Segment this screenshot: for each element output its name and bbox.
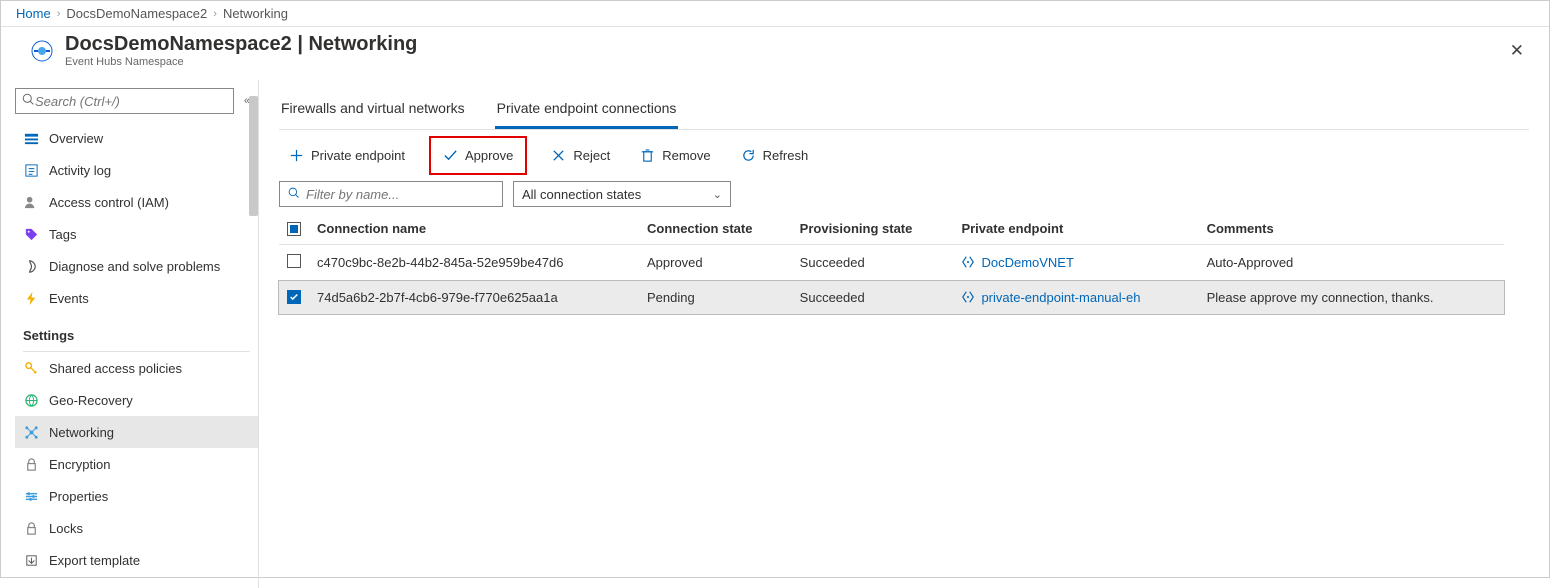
sidebar-item-diagnose-and-solve-problems[interactable]: Diagnose and solve problems [15, 250, 258, 282]
page-title: DocsDemoNamespace2 | Networking [65, 33, 417, 56]
sidebar-item-access-control-iam-[interactable]: Access control (IAM) [15, 186, 258, 218]
sidebar-item-label: Shared access policies [49, 361, 182, 376]
sidebar-item-encryption[interactable]: Encryption [15, 448, 258, 480]
tag-icon [23, 226, 39, 242]
sidebar-item-label: Properties [49, 489, 108, 504]
check-icon [443, 148, 458, 163]
sidebar-item-networking[interactable]: Networking [15, 416, 258, 448]
main-content: Firewalls and virtual networks Private en… [259, 80, 1549, 588]
table-row[interactable]: c470c9bc-8e2b-44b2-845a-52e959be47d6Appr… [279, 245, 1504, 281]
sidebar-item-tags[interactable]: Tags [15, 218, 258, 250]
breadcrumb-home[interactable]: Home [16, 6, 51, 21]
sidebar-item-label: Overview [49, 131, 103, 146]
iam-icon [23, 194, 39, 210]
column-header[interactable]: Private endpoint [953, 213, 1198, 245]
tabs: Firewalls and virtual networks Private en… [279, 90, 1529, 130]
remove-button[interactable]: Remove [634, 144, 716, 167]
add-private-endpoint-button[interactable]: Private endpoint [283, 144, 411, 167]
cell-provisioning-state: Succeeded [792, 245, 954, 281]
chevron-down-icon: ⌄ [713, 188, 722, 201]
cell-connection-name: 74d5a6b2-2b7f-4cb6-979e-f770e625aa1a [309, 281, 639, 315]
column-header[interactable]: Connection name [309, 213, 639, 245]
cell-connection-state: Approved [639, 245, 792, 281]
chevron-right-icon: › [213, 8, 217, 20]
breadcrumb: Home › DocsDemoNamespace2 › Networking [1, 1, 1549, 27]
props-icon [23, 488, 39, 504]
tab-private-endpoint-connections[interactable]: Private endpoint connections [495, 90, 679, 129]
private-endpoint-link[interactable]: private-endpoint-manual-eh [981, 290, 1140, 305]
cell-connection-name: c470c9bc-8e2b-44b2-845a-52e959be47d6 [309, 245, 639, 281]
filter-input[interactable] [306, 187, 494, 202]
geo-icon [23, 392, 39, 408]
sidebar-search[interactable] [15, 88, 234, 114]
table-row[interactable]: 74d5a6b2-2b7f-4cb6-979e-f770e625aa1aPend… [279, 281, 1504, 315]
plus-icon [289, 148, 304, 163]
toolbar: Private endpoint Approve Reject Remove R… [279, 144, 1529, 167]
sidebar-item-overview[interactable]: Overview [15, 122, 258, 154]
x-icon [551, 148, 566, 163]
row-checkbox[interactable] [287, 290, 301, 304]
private-endpoint-link[interactable]: DocDemoVNET [981, 255, 1073, 270]
search-icon [22, 93, 35, 109]
sidebar-item-label: Access control (IAM) [49, 195, 169, 210]
select-all-checkbox[interactable] [287, 222, 301, 236]
tab-firewalls-and-virtual-networks[interactable]: Firewalls and virtual networks [279, 90, 467, 129]
sidebar-item-label: Export template [49, 553, 140, 568]
sidebar-item-label: Diagnose and solve problems [49, 259, 220, 274]
sidebar-item-label: Tags [49, 227, 76, 242]
column-header[interactable]: Connection state [639, 213, 792, 245]
page-subtitle: Event Hubs Namespace [65, 56, 417, 68]
close-icon[interactable]: ✕ [1500, 37, 1534, 65]
cell-provisioning-state: Succeeded [792, 281, 954, 315]
connection-state-dropdown[interactable]: All connection states ⌄ [513, 181, 731, 207]
overview-icon [23, 130, 39, 146]
search-icon [288, 187, 300, 202]
trash-icon [640, 148, 655, 163]
sidebar-item-events[interactable]: Events [15, 282, 258, 314]
export-icon [23, 552, 39, 568]
event-hubs-icon [29, 38, 55, 64]
sidebar-item-activity-log[interactable]: Activity log [15, 154, 258, 186]
locks-icon [23, 520, 39, 536]
sidebar-item-label: Encryption [49, 457, 110, 472]
scrollbar-thumb[interactable] [249, 96, 258, 216]
column-header[interactable]: Provisioning state [792, 213, 954, 245]
private-endpoint-icon [961, 255, 975, 269]
cell-connection-state: Pending [639, 281, 792, 315]
sidebar-item-shared-access-policies[interactable]: Shared access policies [15, 352, 258, 384]
connections-table: Connection nameConnection stateProvision… [279, 213, 1504, 314]
breadcrumb-current: Networking [223, 6, 288, 21]
net-icon [23, 424, 39, 440]
refresh-button[interactable]: Refresh [735, 144, 815, 167]
filter-by-name[interactable] [279, 181, 503, 207]
sidebar-item-label: Geo-Recovery [49, 393, 133, 408]
sidebar-item-locks[interactable]: Locks [15, 512, 258, 544]
sidebar: « OverviewActivity logAccess control (IA… [1, 80, 259, 588]
chevron-right-icon: › [57, 8, 61, 20]
sidebar-item-label: Activity log [49, 163, 111, 178]
sidebar-item-export-template[interactable]: Export template [15, 544, 258, 576]
column-header[interactable]: Comments [1199, 213, 1504, 245]
private-endpoint-icon [961, 290, 975, 304]
sidebar-item-label: Events [49, 291, 89, 306]
cell-comments: Please approve my connection, thanks. [1199, 281, 1504, 315]
approve-button[interactable]: Approve [429, 136, 527, 175]
cell-comments: Auto-Approved [1199, 245, 1504, 281]
sidebar-item-properties[interactable]: Properties [15, 480, 258, 512]
refresh-icon [741, 148, 756, 163]
lock-icon [23, 456, 39, 472]
page-header: DocsDemoNamespace2 | Networking Event Hu… [1, 27, 1549, 80]
reject-button[interactable]: Reject [545, 144, 616, 167]
key-icon [23, 360, 39, 376]
events-icon [23, 290, 39, 306]
diag-icon [23, 258, 39, 274]
row-checkbox[interactable] [287, 254, 301, 268]
sidebar-item-label: Locks [49, 521, 83, 536]
sidebar-search-input[interactable] [35, 94, 227, 109]
sidebar-item-label: Networking [49, 425, 114, 440]
breadcrumb-namespace[interactable]: DocsDemoNamespace2 [66, 6, 207, 21]
sidebar-section-settings: Settings [15, 314, 258, 347]
log-icon [23, 162, 39, 178]
sidebar-item-geo-recovery[interactable]: Geo-Recovery [15, 384, 258, 416]
